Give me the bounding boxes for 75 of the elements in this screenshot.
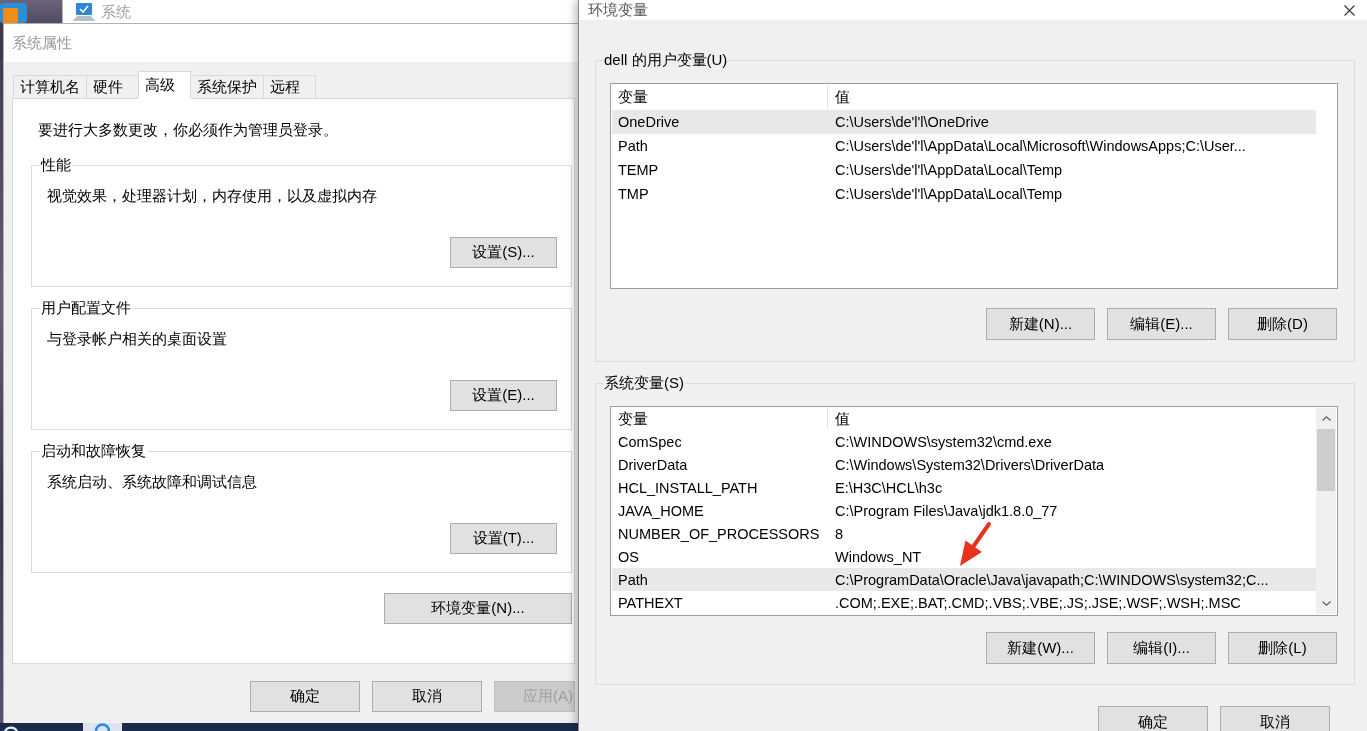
column-header[interactable]: 值 xyxy=(828,408,1316,430)
variable-row[interactable]: Path C:\Users\de'l'l\AppData\Local\Microsoft\WindowsApps;C:\User... xyxy=(612,134,1316,158)
variable-name: TEMP xyxy=(617,161,660,179)
tab[interactable]: 高级 xyxy=(138,71,191,99)
variable-row[interactable]: TEMP C:\Users\de'l'l\AppData\Local\Temp xyxy=(612,158,1316,182)
variable-row[interactable]: Path C:\ProgramData\Oracle\Java\javapath;C:\WINDOWS\system32;C... xyxy=(612,568,1316,591)
group-description: 系统启动、系统故障和调试信息 xyxy=(47,472,258,492)
group-title: 系统变量(S) xyxy=(603,373,685,393)
column-header[interactable]: 值 xyxy=(828,85,1316,110)
variable-value: C:\Users\de'l'l\AppData\Local\Temp xyxy=(834,185,1063,203)
cancel-button[interactable]: 取消 xyxy=(1220,706,1330,731)
ok-button[interactable]: 确定 xyxy=(250,681,360,712)
settings-button[interactable]: 设置(T)... xyxy=(450,523,557,554)
variable-value: C:\ProgramData\Oracle\Java\javapath;C:\WINDOWS\system32;C... xyxy=(834,570,1269,589)
group-title: 启动和故障恢复 xyxy=(40,441,147,461)
variable-row[interactable]: PATHEXT .COM;.EXE;.BAT;.CMD;.VBS;.VBE;.JS;.JSE;.WSF;.WSH;.MSC xyxy=(612,591,1316,614)
tab[interactable]: 远程 xyxy=(263,75,316,99)
variable-row[interactable]: NUMBER_OF_PROCESSORS 8 xyxy=(612,522,1316,545)
window-title: 系统属性 xyxy=(12,33,72,53)
variable-value: C:\Users\de'l'l\AppData\Local\Temp xyxy=(834,161,1063,179)
variable-name: DriverData xyxy=(617,455,689,474)
taskbar-app-icon[interactable] xyxy=(83,723,122,731)
variable-value: E:\H3C\HCL\h3c xyxy=(834,478,943,497)
ok-button[interactable]: 确定 xyxy=(1098,706,1208,731)
variable-value: C:\Windows\System32\Drivers\DriverData xyxy=(834,455,1105,474)
variable-row[interactable]: DriverData C:\Windows\System32\Drivers\DriverData xyxy=(612,453,1316,476)
variable-value: C:\Users\de'l'l\AppData\Local\Microsoft\WindowsApps;C:\User... xyxy=(834,137,1246,155)
group-description: 视觉效果，处理器计划，内存使用，以及虚拟内存 xyxy=(47,186,378,206)
variable-value: C:\Users\de'l'l\OneDrive xyxy=(834,113,989,131)
variable-value: C:\WINDOWS\system32\cmd.exe xyxy=(834,432,1052,451)
group-title: 性能 xyxy=(40,155,72,175)
scrollbar-thumb[interactable] xyxy=(1317,429,1335,491)
group-title: dell 的用户变量(U) xyxy=(603,50,729,70)
variable-name: OneDrive xyxy=(617,113,681,131)
window-title: 系统 xyxy=(101,2,131,21)
edit-button[interactable]: 编辑(I)... xyxy=(1107,632,1216,664)
chevron-up-icon[interactable] xyxy=(1321,416,1331,421)
variable-name: HCL_INSTALL_PATH xyxy=(617,478,759,497)
settings-button[interactable]: 设置(E)... xyxy=(450,380,557,411)
admin-notice: 要进行大多数更改，你必须作为管理员登录。 xyxy=(38,120,339,140)
tab[interactable]: 计算机名 xyxy=(13,75,87,99)
variable-name: ComSpec xyxy=(617,432,683,451)
chevron-down-icon[interactable] xyxy=(1321,601,1331,606)
variable-name: Path xyxy=(617,570,649,589)
window-title: 环境变量 xyxy=(588,1,648,19)
cancel-button[interactable]: 取消 xyxy=(372,681,482,712)
new-button[interactable]: 新建(W)... xyxy=(986,632,1095,664)
delete-button[interactable]: 删除(D) xyxy=(1228,308,1337,340)
variable-value: 8 xyxy=(834,524,844,543)
delete-button[interactable]: 删除(L) xyxy=(1228,632,1337,664)
variable-name: JAVA_HOME xyxy=(617,501,705,520)
column-header[interactable]: 变量 xyxy=(612,408,828,430)
variable-name: Path xyxy=(617,137,649,155)
environment-variables-button[interactable]: 环境变量(N)... xyxy=(384,593,572,624)
variable-row[interactable]: ComSpec C:\WINDOWS\system32\cmd.exe xyxy=(612,430,1316,453)
variable-name: OS xyxy=(617,547,640,566)
variable-row[interactable]: TMP C:\Users\de'l'l\AppData\Local\Temp xyxy=(612,182,1316,206)
close-icon[interactable] xyxy=(1343,4,1355,16)
variable-value: .COM;.EXE;.BAT;.CMD;.VBS;.VBE;.JS;.JSE;.WSF;.WSH;.MSC xyxy=(834,593,1241,612)
new-button[interactable]: 新建(N)... xyxy=(986,308,1095,340)
variable-row[interactable]: OneDrive C:\Users\de'l'l\OneDrive xyxy=(612,110,1316,134)
annotation-arrow xyxy=(960,522,991,566)
variable-row[interactable]: OS Windows_NT xyxy=(612,545,1316,568)
settings-button[interactable]: 设置(S)... xyxy=(450,237,557,268)
variable-name: NUMBER_OF_PROCESSORS xyxy=(617,524,821,543)
variable-name: PATHEXT xyxy=(617,593,684,612)
group-description: 与登录帐户相关的桌面设置 xyxy=(47,329,228,349)
scrollbar[interactable] xyxy=(1316,408,1336,614)
variable-row[interactable]: JAVA_HOME C:\Program Files\Java\jdk1.8.0_77 xyxy=(612,499,1316,522)
variable-row[interactable]: HCL_INSTALL_PATH E:\H3C\HCL\h3c xyxy=(612,476,1316,499)
variable-name: TMP xyxy=(617,185,650,203)
edit-button[interactable]: 编辑(E)... xyxy=(1107,308,1216,340)
group-title: 用户配置文件 xyxy=(40,298,132,318)
variable-value: C:\Program Files\Java\jdk1.8.0_77 xyxy=(834,501,1058,520)
variable-value: Windows_NT xyxy=(834,547,922,566)
